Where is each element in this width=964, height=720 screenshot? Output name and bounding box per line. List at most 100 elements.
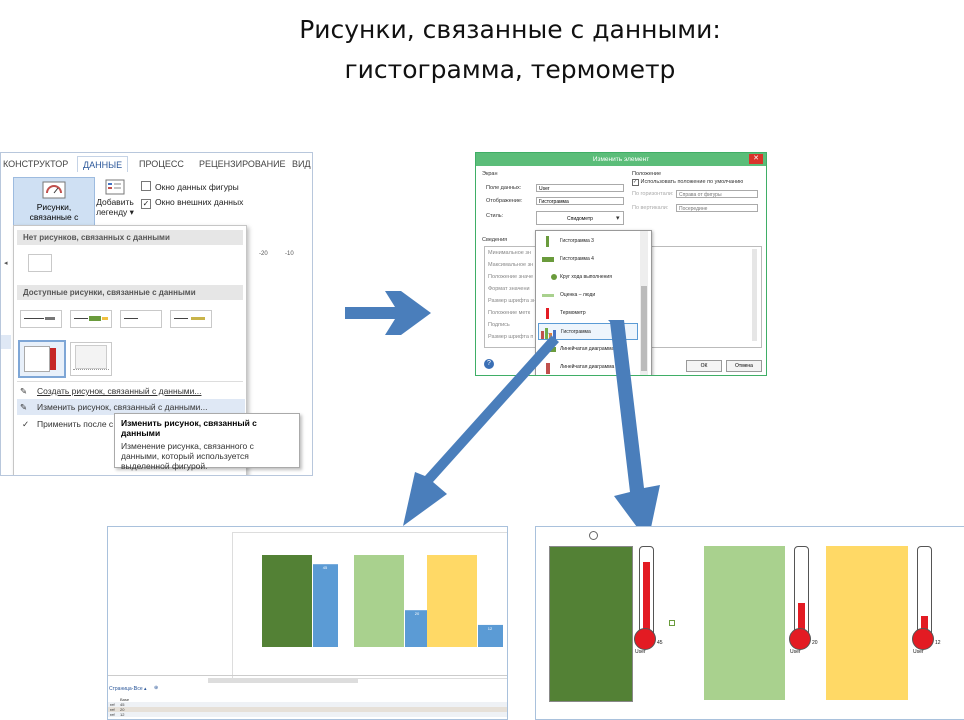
edit-data-graphic-label: Изменить рисунок, связанный с данными... [37, 402, 208, 412]
tab-view[interactable]: ВИД [292, 159, 311, 169]
details-label: Сведения [482, 237, 508, 243]
thermometer-layer: User 45 User 20 User 12 [536, 527, 964, 719]
add-page-icon[interactable]: ⊕ [154, 685, 158, 691]
ruler-label: -20 [259, 251, 268, 257]
style-option-label: Круг хода выполнения [560, 274, 612, 280]
create-graphic-icon: ✎ [20, 386, 28, 396]
display-as-select[interactable]: Гистограмма [536, 197, 624, 205]
thermometer-bulb [912, 628, 934, 650]
style-option[interactable]: Гистограмма 3 [538, 233, 638, 250]
checkbox-unchecked-icon [141, 181, 151, 191]
thermometer-label: User [913, 649, 924, 655]
slide-title: Рисунки, связанные с данными: гистограмм… [0, 10, 964, 90]
ok-button[interactable]: ОК [686, 360, 722, 372]
style-option-label: Гистограмма 4 [560, 256, 594, 262]
data-graphics-icon [42, 181, 66, 199]
all-pages-button[interactable]: Все ▴ [134, 686, 147, 692]
display-section-label: Экран [482, 171, 498, 177]
external-data-window-label: Окно внешних данных [155, 197, 244, 207]
arrow-down-right-icon [608, 320, 660, 542]
value-bar-label: 20 [415, 611, 420, 616]
external-data-window-checkbox[interactable]: ✓ Окно внешних данных [141, 197, 243, 209]
details-row: Максимальное зн [488, 262, 534, 268]
graphic-thumbnail-thermometer[interactable] [70, 342, 112, 376]
default-position-checkbox[interactable]: ✓ Использовать положение по умолчанию [632, 179, 743, 186]
thermometer-value: 45 [657, 640, 663, 646]
thermometer-result-panel: User 45 User 20 User 12 [535, 526, 964, 720]
thermometer-label: User [790, 649, 801, 655]
no-graphic-thumbnail[interactable] [28, 254, 52, 272]
display-as-label: Отображение: [486, 198, 523, 204]
tooltip-body: Изменение рисунка, связанного с данными,… [121, 441, 254, 471]
vertical-label: По вертикали: [632, 205, 669, 211]
value-bar-label: 12 [488, 626, 493, 631]
tab-review[interactable]: РЕЦЕНЗИРОВАНИЕ [199, 159, 286, 169]
edit-graphic-icon: ✎ [20, 402, 28, 412]
chevron-down-icon[interactable]: ▾ [616, 214, 620, 222]
edit-graphic-tooltip: Изменить рисунок, связанный с данными Из… [114, 413, 300, 471]
tab-data[interactable]: ДАННЫЕ [77, 156, 129, 172]
horizontal-select[interactable]: Справа от фигуры [676, 190, 758, 198]
tooltip-title: Изменить рисунок, связанный с данными [121, 418, 257, 438]
histogram-result-panel: 45 20 12 Страница-1 Все ▴ ⊕ Base ref 45 ref… [107, 526, 508, 720]
details-row: Положение метк [488, 310, 531, 316]
graphic-thumbnail-bar[interactable] [70, 310, 112, 328]
style-label: Стиль: [486, 213, 504, 219]
ruler: -20 -10 [245, 249, 312, 261]
style-select[interactable]: Спидометр [536, 211, 624, 225]
horizontal-label: По горизонтали: [632, 191, 674, 197]
shape-data-window-label: Окно данных фигуры [155, 182, 239, 192]
create-data-graphic-label: Создать рисунок, связанный с данными... [37, 386, 202, 396]
value-bar [313, 564, 338, 647]
default-position-label: Использовать положение по умолчанию [640, 179, 744, 185]
tab-process[interactable]: ПРОЦЕСС [139, 159, 184, 169]
graphic-thumbnail-selected[interactable] [18, 340, 66, 378]
available-graphics-header: Доступные рисунки, связанные с данными [17, 285, 243, 300]
create-data-graphic-item[interactable]: ✎ Создать рисунок, связанный с данными..… [17, 383, 245, 399]
page-tab[interactable]: Страница-1 [109, 686, 136, 692]
thermometer-value: 12 [935, 640, 941, 646]
thermometer-bulb [789, 628, 811, 650]
graphic-thumbnail-plain[interactable] [120, 310, 162, 328]
title-line-2: гистограмма, термометр [344, 55, 676, 84]
dialog-title: Изменить элемент [476, 153, 766, 166]
grid-row[interactable]: ref 12 [108, 712, 507, 717]
graphic-thumbnail-text[interactable] [20, 310, 62, 328]
data-graphics-button[interactable]: Рисунки, связанные с данными ▾ [13, 177, 95, 232]
position-section-label: Положение [632, 171, 662, 177]
vertical-select[interactable]: Посередине [676, 204, 758, 212]
legend-icon [105, 179, 125, 195]
shape-rect[interactable] [427, 555, 477, 647]
add-legend-label: Добавить легенду ▾ [96, 197, 134, 217]
shape-rect[interactable] [354, 555, 404, 647]
details-row: Минимальное зн [488, 250, 531, 256]
ribbon-body: Рисунки, связанные с данными ▾ Добавить … [1, 175, 312, 232]
scroll-left-arrow-icon[interactable]: ◂ [4, 259, 8, 267]
style-option[interactable]: Круг хода выполнения [538, 269, 638, 286]
add-legend-button[interactable]: Добавить легенду ▾ [96, 179, 134, 217]
apply-after-label: Применить после с [37, 419, 114, 429]
style-option[interactable]: Гистограмма 4 [538, 251, 638, 268]
thermometer-fill [643, 562, 650, 636]
ribbon-tab-bar: КОНСТРУКТОР ДАННЫЕ ПРОЦЕСС РЕЦЕНЗИРОВАНИ… [1, 153, 312, 176]
style-option-label: Гистограмма 3 [560, 238, 594, 244]
tab-designer[interactable]: КОНСТРУКТОР [3, 159, 68, 169]
dialog-close-button[interactable]: ✕ [749, 154, 763, 164]
no-graphics-header: Нет рисунков, связанных с данными [17, 230, 243, 245]
checkmark-icon: ✓ [22, 419, 30, 429]
details-row: Размер шрифта зн [488, 298, 536, 304]
style-option[interactable]: Оценка – люди [538, 287, 638, 304]
ribbon-screenshot-panel: КОНСТРУКТОР ДАННЫЕ ПРОЦЕСС РЕЦЕНЗИРОВАНИ… [0, 152, 313, 476]
data-field-select[interactable]: User [536, 184, 624, 192]
details-row: Положение значе [488, 274, 534, 280]
graphic-thumbnail-icons[interactable] [170, 310, 212, 328]
checkbox-checked-icon: ✓ [141, 199, 151, 209]
details-scrollbar[interactable] [752, 249, 757, 341]
shape-rect[interactable] [262, 555, 312, 647]
thermometer-value: 20 [812, 640, 818, 646]
cancel-button[interactable]: Отмена [726, 360, 762, 372]
shape-data-window-checkbox[interactable]: Окно данных фигуры [141, 181, 239, 192]
details-row: Формат значени [488, 286, 530, 292]
shape-data-grid: Base ref 45 ref 20 ref 12 [108, 697, 507, 719]
style-option-label: Термометр [560, 310, 586, 316]
